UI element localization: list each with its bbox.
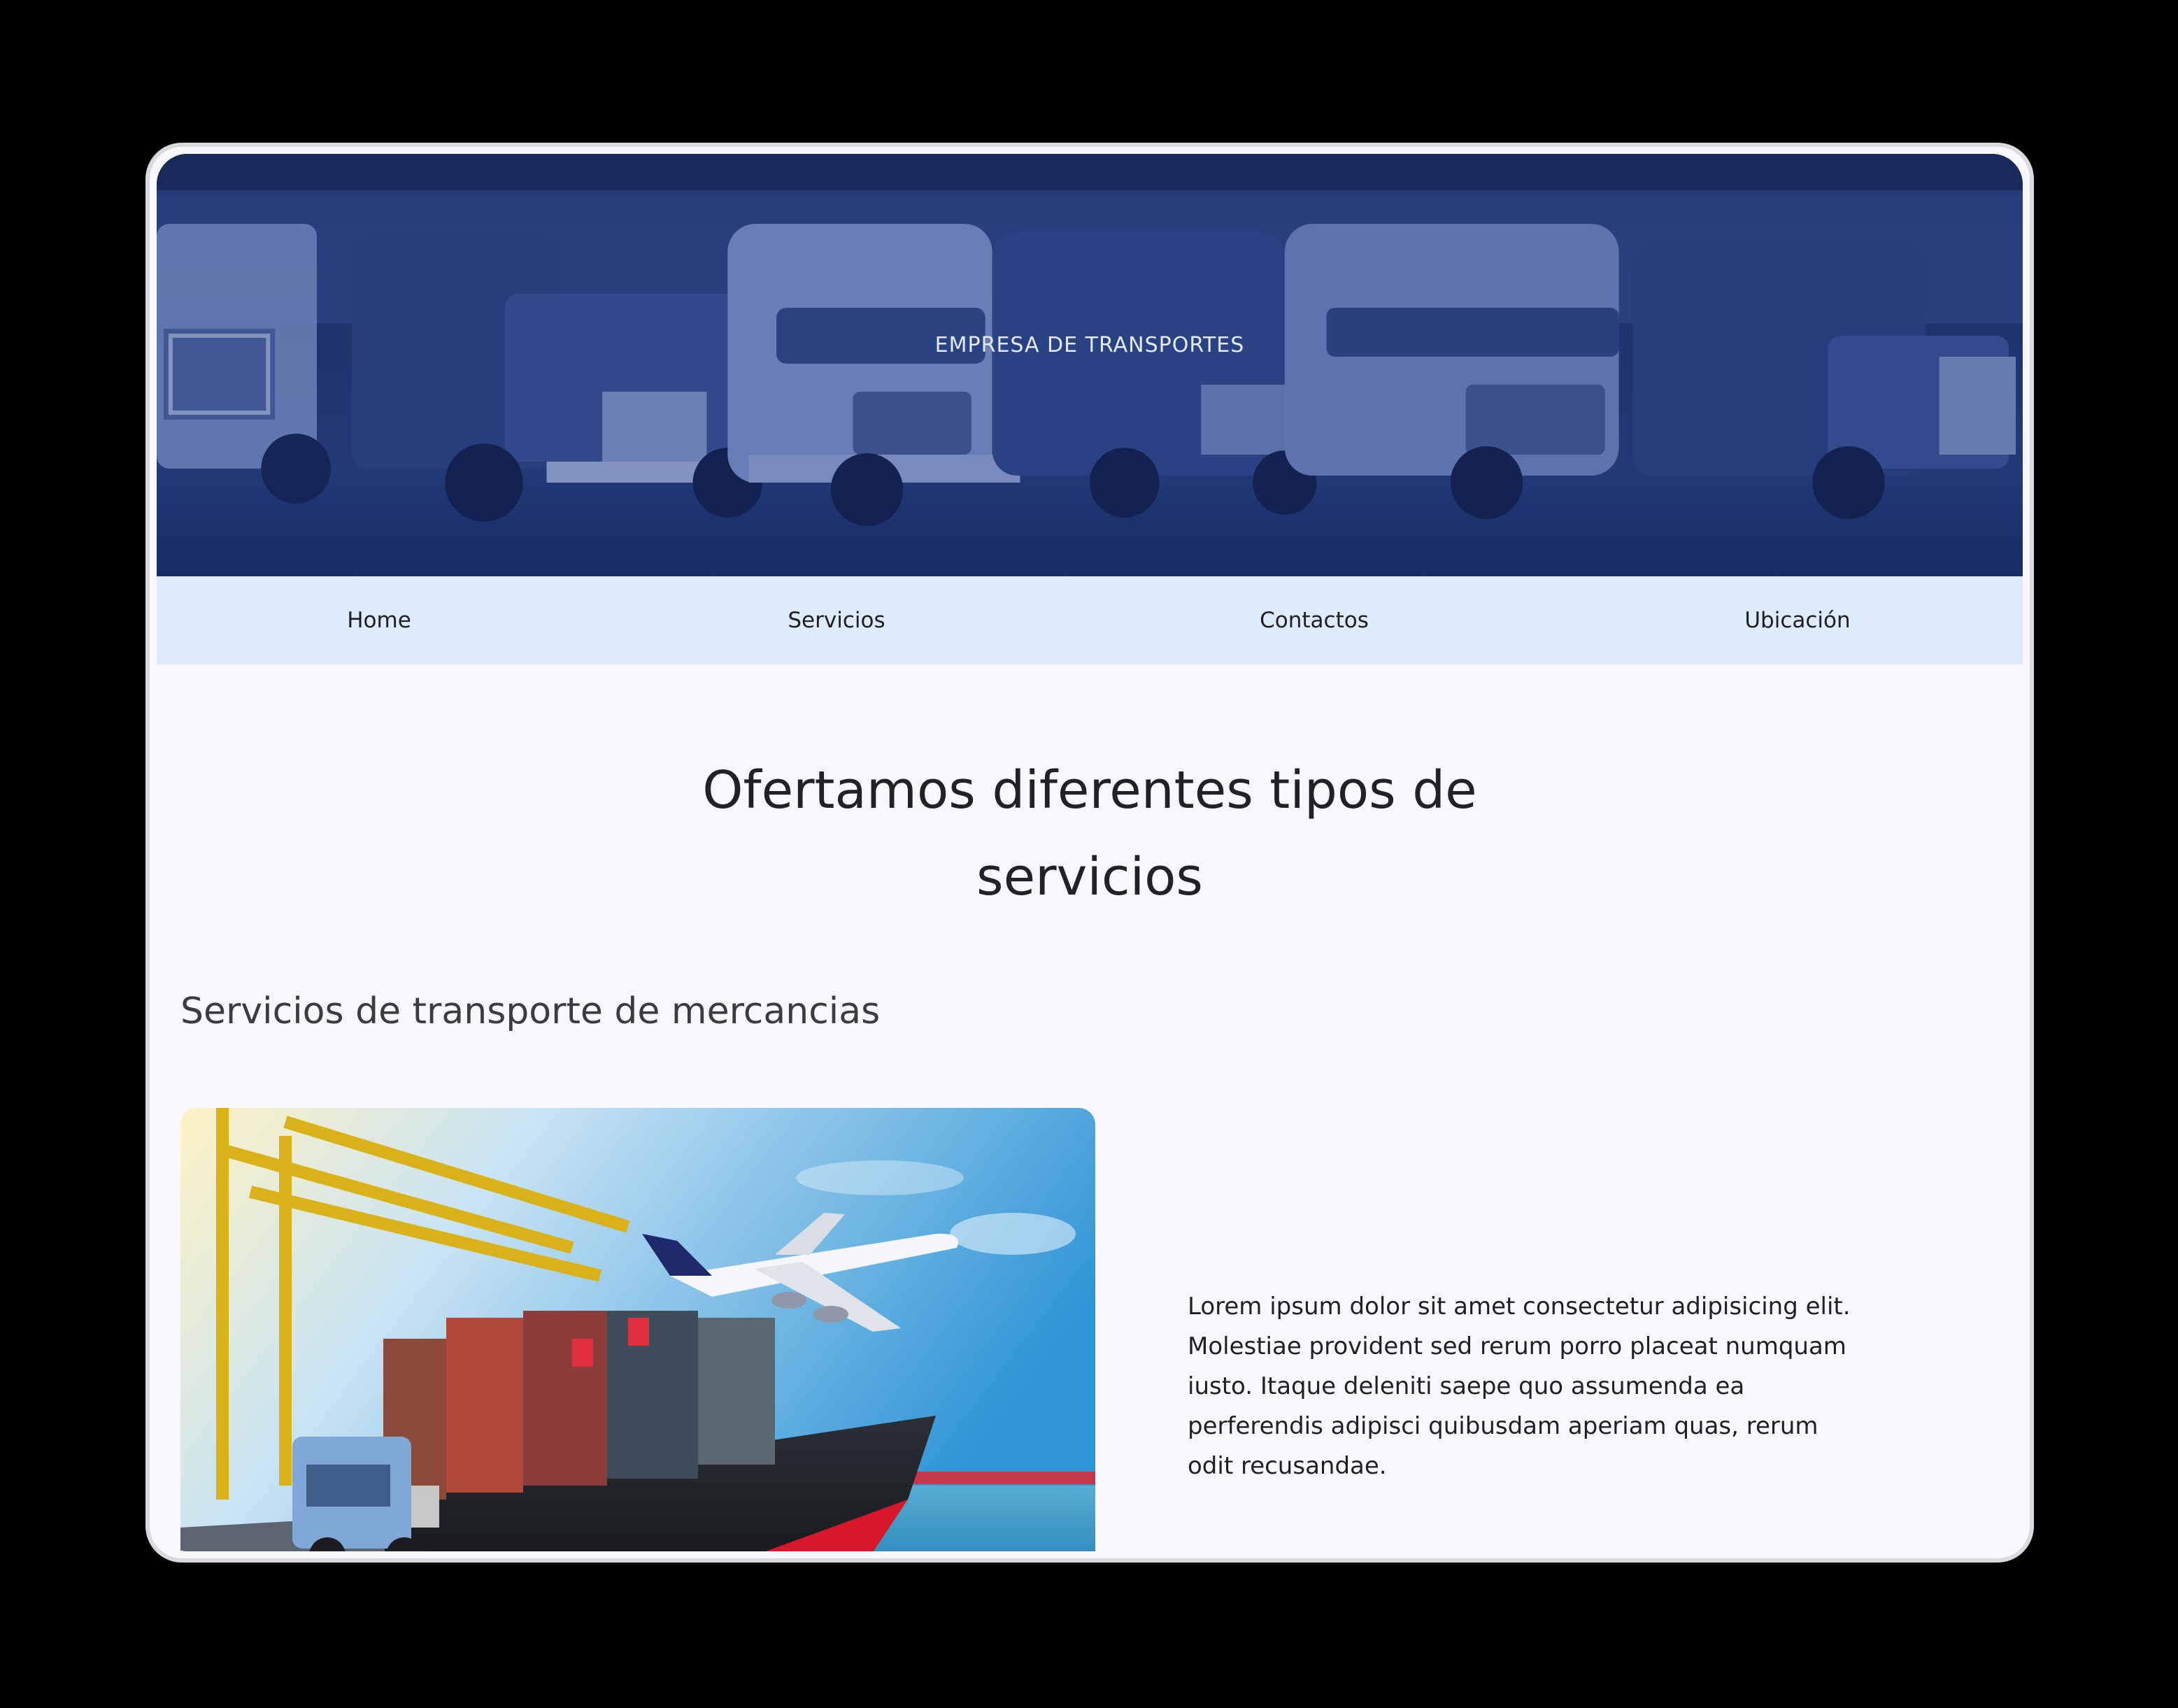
nav-item-home[interactable]: Home bbox=[347, 576, 411, 664]
nav-item-contactos[interactable]: Contactos bbox=[1260, 576, 1369, 664]
page-heading: Ofertamos diferentes tipos de servicios bbox=[157, 747, 2023, 920]
device-frame: EMPRESA DE TRANSPORTES Home Servicios Co… bbox=[145, 143, 2034, 1563]
nav-item-servicios[interactable]: Servicios bbox=[788, 576, 885, 664]
hero-banner: EMPRESA DE TRANSPORTES bbox=[157, 154, 2023, 576]
browser-viewport: EMPRESA DE TRANSPORTES Home Servicios Co… bbox=[157, 154, 2023, 1551]
trucks-hero-image bbox=[157, 154, 2023, 576]
site-title: EMPRESA DE TRANSPORTES bbox=[934, 333, 1245, 357]
cargo-transport-image bbox=[180, 1108, 1095, 1551]
section-title: Servicios de transporte de mercancias bbox=[180, 990, 881, 1032]
cargo-illustration bbox=[180, 1108, 1095, 1551]
page-heading-line2: servicios bbox=[976, 847, 1203, 907]
nav-item-ubicacion[interactable]: Ubicación bbox=[1744, 576, 1850, 664]
section-description: Lorem ipsum dolor sit amet consectetur a… bbox=[1188, 1293, 1851, 1480]
main-navigation: Home Servicios Contactos Ubicación bbox=[157, 576, 2023, 664]
page-heading-line1: Ofertamos diferentes tipos de bbox=[702, 760, 1477, 820]
